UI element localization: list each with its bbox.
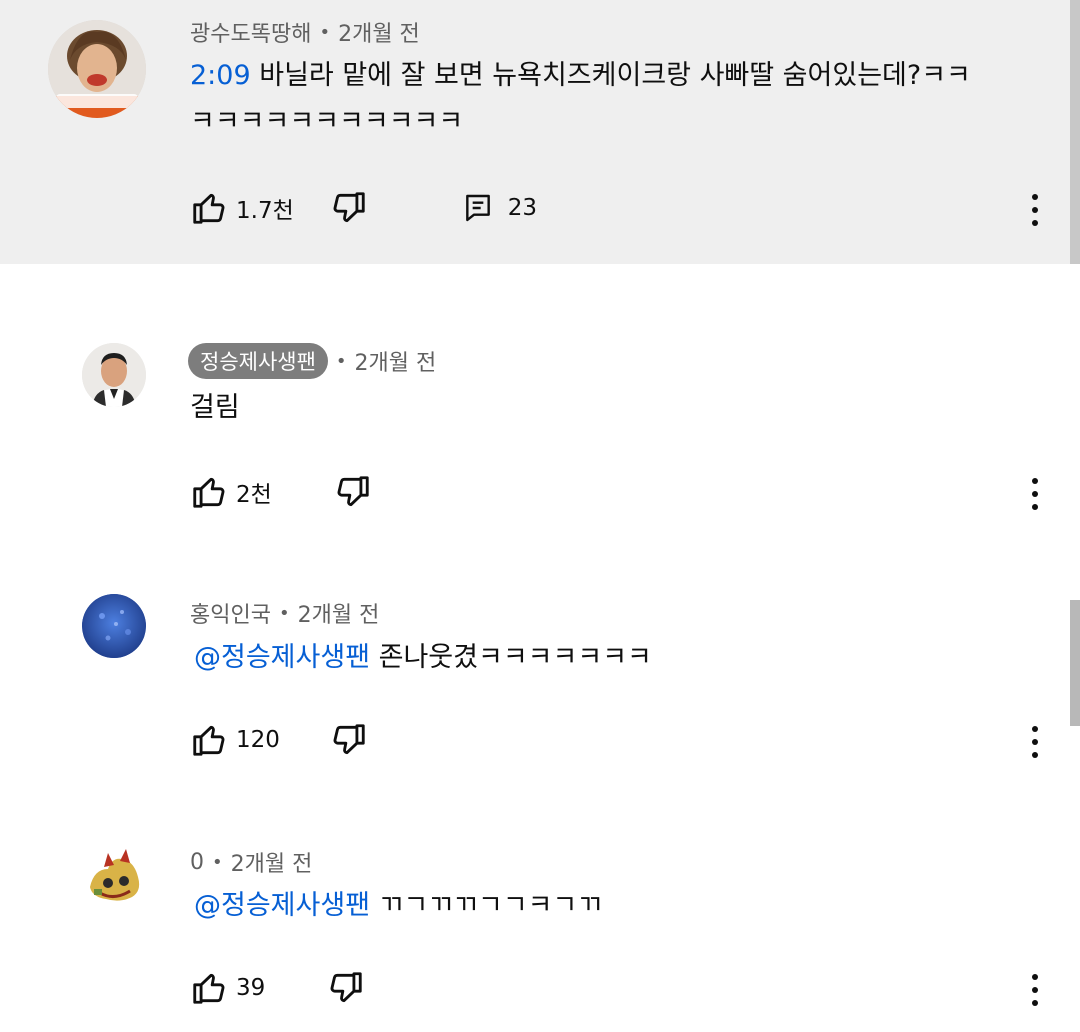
thumbs-down-icon [333,724,365,755]
comment-highlighted: 광수도똑땅해 • 2개월 전 2:09 바닐라 맡에 잘 보면 뉴욕치즈케이크랑… [0,0,1080,264]
reply-count: 23 [507,195,538,221]
comment-meta: 광수도똑땅해 • 2개월 전 [190,16,420,48]
dislike-button[interactable] [334,473,372,511]
scrollbar-thumb[interactable] [1070,600,1080,726]
meta-separator: • [319,21,331,43]
like-count: 2천 [236,482,272,508]
comment-text: @정승제사생팬 존나웃겼ㅋㅋㅋㅋㅋㅋㅋ [194,632,652,684]
top-scrollbar[interactable] [1070,0,1080,264]
comment-text-content: ㄲㄱㄲㄲㄱㄱㅋㄱㄲ [370,890,603,921]
comment-text-line2: ㅋㅋㅋㅋㅋㅋㅋㅋㅋㅋㅋ [190,106,464,137]
thumbs-down-icon [337,476,369,507]
mention-link[interactable]: @정승제사생팬 [194,890,370,921]
avatar[interactable] [48,20,146,118]
like-button[interactable]: 1.7천 [190,189,294,227]
author-chip[interactable]: 정승제사생팬 [188,343,328,379]
more-vertical-icon [1032,194,1038,200]
more-options-button[interactable] [1025,722,1045,762]
comment-actions: 2천 [190,472,372,512]
meta-separator: • [278,602,290,624]
avatar-image [82,594,146,658]
like-button[interactable]: 2천 [190,473,272,511]
like-button[interactable]: 120 [190,721,280,759]
comment-time: 2개월 전 [354,351,437,376]
comment-actions: 120 [190,720,368,760]
like-count: 39 [236,975,266,1001]
comment-actions: 39 [190,968,365,1008]
comment-time: 2개월 전 [297,603,380,628]
more-vertical-icon [1032,726,1038,732]
thumbs-down-icon [333,192,365,223]
thumbs-up-icon [193,193,225,224]
author-name[interactable]: 0 [190,850,204,875]
avatar-image [82,843,146,907]
timestamp-link[interactable]: 2:09 [190,60,251,91]
comment-text: 걸림 [190,392,240,423]
avatar-image [48,20,146,118]
more-vertical-icon [1032,974,1038,980]
comment-meta: 정승제사생팬 • 2개월 전 [188,343,436,379]
dislike-button[interactable] [327,969,365,1007]
comment-text: @정승제사생팬 ㄲㄱㄲㄲㄱㄱㅋㄱㄲ [194,880,602,932]
reply-button[interactable]: 23 [462,192,537,224]
more-options-button[interactable] [1025,970,1045,1010]
comment-text: 2:09 바닐라 맡에 잘 보면 뉴욕치즈케이크랑 사빠딸 숨어있는데?ㅋㅋ [190,50,971,102]
thumbs-down-icon [330,972,362,1003]
avatar[interactable] [82,843,146,907]
thumbs-up-icon [193,973,225,1004]
more-options-button[interactable] [1025,190,1045,230]
comment-text-line1: 바닐라 맡에 잘 보면 뉴욕치즈케이크랑 사빠딸 숨어있는데?ㅋㅋ [250,60,971,91]
avatar[interactable] [82,594,146,658]
reply-comment-icon [465,194,490,222]
meta-separator: • [335,350,347,372]
like-count: 120 [236,727,280,753]
mention-link[interactable]: @정승제사생팬 [194,642,370,673]
thumbs-up-icon [193,725,225,756]
comment-meta: 홍익인국 • 2개월 전 [190,597,379,629]
comment-text-content: 존나웃겼ㅋㅋㅋㅋㅋㅋㅋ [370,642,652,673]
more-options-button[interactable] [1025,474,1045,514]
author-name[interactable]: 광수도똑땅해 [190,16,311,48]
avatar-image [82,343,146,407]
meta-separator: • [212,851,223,873]
comment-time: 2개월 전 [338,22,420,47]
like-count: 1.7천 [236,198,294,224]
comment-meta: 0 • 2개월 전 [190,846,312,878]
like-button[interactable]: 39 [190,969,265,1007]
comment-time: 2개월 전 [230,852,313,877]
dislike-button[interactable] [330,189,368,227]
author-name[interactable]: 홍익인국 [190,597,271,629]
more-vertical-icon [1032,478,1038,484]
dislike-button[interactable] [330,721,368,759]
comment-actions: 1.7천 23 [190,188,537,228]
thumbs-up-icon [193,477,225,508]
avatar[interactable] [82,343,146,407]
